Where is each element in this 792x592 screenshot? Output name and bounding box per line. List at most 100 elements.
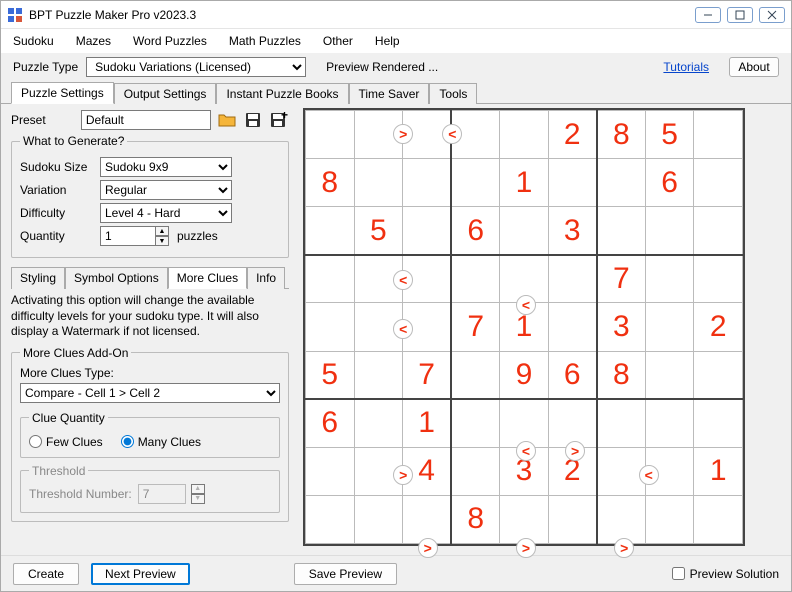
preview-area: 28581656377132579686143218><<<<<>><>>> xyxy=(299,104,791,555)
more-clues-type-select[interactable]: Compare - Cell 1 > Cell 2 xyxy=(20,383,280,403)
tab-puzzle-settings[interactable]: Puzzle Settings xyxy=(11,82,114,104)
preset-label: Preset xyxy=(11,113,75,127)
sudoku-cell xyxy=(548,159,597,207)
threshold-down: ▼ xyxy=(191,494,205,504)
save-preview-button[interactable]: Save Preview xyxy=(294,563,397,585)
few-clues-radio[interactable]: Few Clues xyxy=(29,435,103,449)
maximize-button[interactable] xyxy=(727,7,753,23)
sudoku-cell xyxy=(500,207,549,255)
sudoku-cell xyxy=(451,255,500,303)
preview-solution-checkbox[interactable]: Preview Solution xyxy=(672,567,779,581)
sudoku-cell xyxy=(354,399,403,447)
sudoku-cell xyxy=(451,447,500,495)
save-preset-as-icon[interactable]: + xyxy=(269,110,289,130)
sudoku-cell: 3 xyxy=(548,207,597,255)
sudoku-cell: 7 xyxy=(403,351,452,399)
sudoku-cell xyxy=(645,207,694,255)
many-clues-radio[interactable]: Many Clues xyxy=(121,435,201,449)
subtab-more-clues[interactable]: More Clues xyxy=(168,267,247,289)
sudoku-cell xyxy=(451,159,500,207)
quantity-label: Quantity xyxy=(20,229,100,243)
menu-word-puzzles[interactable]: Word Puzzles xyxy=(133,34,207,48)
menu-mazes[interactable]: Mazes xyxy=(76,34,111,48)
save-preset-icon[interactable] xyxy=(243,110,263,130)
clue-quantity-group: Clue Quantity Few Clues Many Clues xyxy=(20,411,280,458)
open-preset-icon[interactable] xyxy=(217,110,237,130)
sudoku-cell: 5 xyxy=(306,351,355,399)
threshold-group: Threshold Threshold Number: ▲ ▼ xyxy=(20,464,280,513)
sudoku-cell xyxy=(694,111,743,159)
compare-clue: > xyxy=(565,441,585,461)
sudoku-cell xyxy=(306,303,355,351)
preset-input[interactable] xyxy=(81,110,211,130)
puzzle-type-label: Puzzle Type xyxy=(13,60,78,74)
minimize-button[interactable] xyxy=(695,7,721,23)
menu-math-puzzles[interactable]: Math Puzzles xyxy=(229,34,301,48)
clue-quantity-legend: Clue Quantity xyxy=(29,411,108,425)
tab-instant-puzzle-books[interactable]: Instant Puzzle Books xyxy=(216,83,348,104)
sudoku-cell xyxy=(694,351,743,399)
main-tabstrip: Puzzle Settings Output Settings Instant … xyxy=(1,81,791,103)
close-button[interactable] xyxy=(759,7,785,23)
sudoku-cell xyxy=(645,255,694,303)
sudoku-cell: 6 xyxy=(645,159,694,207)
menu-help[interactable]: Help xyxy=(375,34,400,48)
quantity-input[interactable] xyxy=(100,226,156,246)
sudoku-size-select[interactable]: Sudoku 9x9 xyxy=(100,157,232,177)
sudoku-cell xyxy=(306,255,355,303)
sudoku-cell: 6 xyxy=(451,207,500,255)
next-preview-button[interactable]: Next Preview xyxy=(91,563,190,585)
sudoku-cell xyxy=(548,255,597,303)
status-text: Preview Rendered ... xyxy=(326,60,438,74)
sudoku-cell xyxy=(500,399,549,447)
difficulty-select[interactable]: Level 4 - Hard xyxy=(100,203,232,223)
tab-tools[interactable]: Tools xyxy=(429,83,477,104)
sudoku-cell: 3 xyxy=(597,303,646,351)
create-button[interactable]: Create xyxy=(13,563,79,585)
sudoku-cell: 8 xyxy=(597,351,646,399)
bottom-bar: Create Next Preview Save Preview Preview… xyxy=(1,555,791,591)
quantity-up[interactable]: ▲ xyxy=(155,226,169,236)
sudoku-cell xyxy=(354,495,403,543)
sudoku-cell xyxy=(597,159,646,207)
sudoku-cell xyxy=(645,399,694,447)
subtab-symbol-options[interactable]: Symbol Options xyxy=(65,267,168,289)
more-clues-note: Activating this option will change the a… xyxy=(11,293,289,340)
about-button[interactable]: About xyxy=(729,57,779,77)
menu-sudoku[interactable]: Sudoku xyxy=(13,34,54,48)
variation-select[interactable]: Regular xyxy=(100,180,232,200)
sub-tabstrip: Styling Symbol Options More Clues Info xyxy=(11,266,289,288)
sudoku-cell xyxy=(306,111,355,159)
sudoku-cell xyxy=(500,111,549,159)
sudoku-cell xyxy=(597,207,646,255)
svg-text:+: + xyxy=(281,112,288,122)
subtab-info[interactable]: Info xyxy=(247,267,285,289)
sudoku-cell xyxy=(597,495,646,543)
tab-output-settings[interactable]: Output Settings xyxy=(114,83,217,104)
sudoku-cell: 8 xyxy=(597,111,646,159)
sudoku-cell xyxy=(694,399,743,447)
sudoku-cell: 5 xyxy=(645,111,694,159)
quantity-down[interactable]: ▼ xyxy=(155,236,169,246)
sudoku-cell xyxy=(597,447,646,495)
sudoku-cell: 6 xyxy=(306,399,355,447)
quantity-suffix: puzzles xyxy=(177,229,218,243)
more-clues-type-label: More Clues Type: xyxy=(20,366,280,380)
subtab-styling[interactable]: Styling xyxy=(11,267,65,289)
sudoku-cell: 1 xyxy=(694,447,743,495)
titlebar: BPT Puzzle Maker Pro v2023.3 xyxy=(1,1,791,29)
app-icon xyxy=(7,7,23,23)
settings-panel: Preset + What to Generate? Sudoku Size S… xyxy=(1,104,299,555)
threshold-input xyxy=(138,484,186,504)
compare-clue: < xyxy=(516,441,536,461)
tutorials-link[interactable]: Tutorials xyxy=(663,60,709,74)
sudoku-cell: 7 xyxy=(597,255,646,303)
sudoku-cell xyxy=(306,207,355,255)
sudoku-cell xyxy=(451,399,500,447)
menu-other[interactable]: Other xyxy=(323,34,353,48)
generate-legend: What to Generate? xyxy=(20,134,127,148)
menubar: Sudoku Mazes Word Puzzles Math Puzzles O… xyxy=(1,29,791,53)
sudoku-cell xyxy=(694,159,743,207)
tab-time-saver[interactable]: Time Saver xyxy=(349,83,430,104)
puzzle-type-select[interactable]: Sudoku Variations (Licensed) xyxy=(86,57,306,77)
